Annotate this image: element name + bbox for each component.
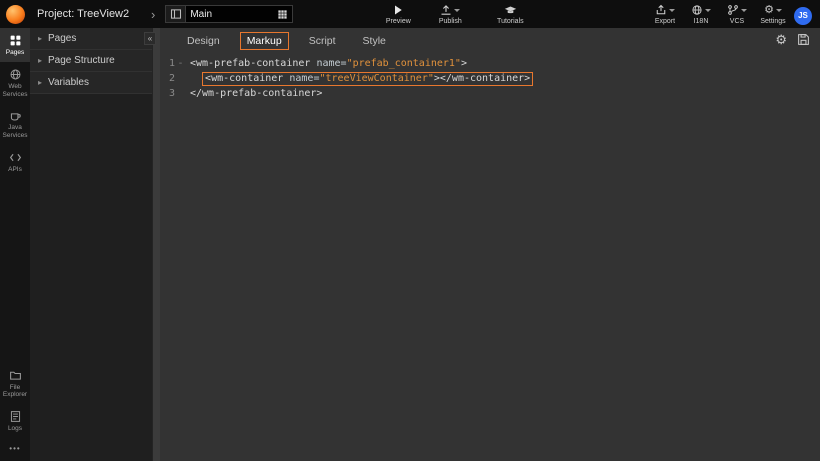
globe-icon bbox=[9, 68, 22, 81]
chevron-down-icon bbox=[669, 9, 675, 12]
highlighted-code-annotation: <wm-container name="treeViewContainer"><… bbox=[202, 72, 533, 86]
panel-section-label: Variables bbox=[48, 77, 89, 88]
top-bar: Project: TreeView2 › Main bbox=[0, 0, 820, 28]
sidebar-item-java-services[interactable]: Java Services bbox=[0, 103, 30, 145]
sidebar-item-file-explorer[interactable]: File Explorer bbox=[0, 363, 30, 405]
publish-label: Publish bbox=[439, 18, 462, 25]
tab-script[interactable]: Script bbox=[302, 32, 343, 50]
topbar-right-actions: Export I18N bbox=[650, 4, 820, 25]
publish-button[interactable]: Publish bbox=[429, 4, 471, 25]
vcs-button[interactable]: VCS bbox=[722, 4, 752, 25]
pages-panel: ▸ Pages ▸ Page Structure ▸ Variables « bbox=[30, 28, 152, 461]
export-label: Export bbox=[655, 18, 675, 25]
coffee-cup-icon bbox=[9, 109, 22, 122]
chevron-down-icon bbox=[741, 9, 747, 12]
play-icon bbox=[392, 4, 404, 16]
gear-icon: ⚙ bbox=[775, 33, 787, 46]
editor-tab-actions: ⚙ bbox=[775, 33, 810, 46]
branch-icon bbox=[727, 4, 739, 16]
sidebar-item-label: File Explorer bbox=[1, 384, 29, 400]
gutter-line: 2 bbox=[160, 71, 188, 86]
graduation-cap-icon bbox=[504, 4, 517, 17]
preview-button[interactable]: Preview bbox=[377, 4, 419, 25]
editor-gutter: 1-23 bbox=[160, 56, 188, 461]
tab-style[interactable]: Style bbox=[356, 32, 393, 50]
panel-section-label: Page Structure bbox=[48, 55, 115, 66]
globe-icon bbox=[691, 4, 703, 16]
sidebar-item-web-services[interactable]: Web Services bbox=[0, 62, 30, 104]
preview-label: Preview bbox=[386, 18, 411, 25]
grid-icon[interactable] bbox=[277, 9, 288, 20]
project-name-label: Project: TreeView2 bbox=[37, 8, 149, 20]
i18n-label: I18N bbox=[694, 18, 709, 25]
sidebar-item-pages[interactable]: Pages bbox=[0, 28, 30, 62]
sidebar-item-label: Java Services bbox=[1, 124, 29, 140]
chevron-down-icon bbox=[454, 9, 460, 12]
collapse-panel-button[interactable]: « bbox=[144, 32, 156, 45]
panel-splitter[interactable] bbox=[152, 28, 160, 461]
tutorials-button[interactable]: Tutorials bbox=[489, 4, 531, 25]
topbar-center-actions: Preview Publish bbox=[377, 4, 471, 25]
editor-area: Design Markup Script Style ⚙ 1-23 <w bbox=[160, 28, 820, 461]
left-nav-sidebar: Pages Web Services Java Services bbox=[0, 28, 30, 461]
chevron-down-icon bbox=[776, 9, 782, 12]
chevron-right-icon: › bbox=[151, 7, 155, 22]
tab-design[interactable]: Design bbox=[180, 32, 227, 50]
code-brackets-icon bbox=[9, 151, 22, 164]
settings-label: Settings bbox=[760, 18, 785, 25]
fold-toggle[interactable]: - bbox=[175, 56, 186, 71]
export-icon bbox=[655, 4, 667, 16]
page-layout-button[interactable] bbox=[165, 5, 185, 23]
page-layout-icon bbox=[170, 8, 182, 20]
save-floppy-icon bbox=[797, 33, 810, 46]
i18n-button[interactable]: I18N bbox=[686, 4, 716, 25]
sidebar-item-apis[interactable]: APIs bbox=[0, 145, 30, 179]
gutter-line: 1- bbox=[160, 56, 188, 71]
page-selector[interactable]: Main bbox=[185, 5, 293, 23]
code-lines[interactable]: <wm-prefab-container name="prefab_contai… bbox=[188, 56, 820, 461]
sidebar-item-label: Pages bbox=[1, 49, 29, 57]
folder-icon bbox=[9, 369, 22, 382]
sidebar-item-label: Web Services bbox=[1, 83, 29, 99]
chevron-down-icon bbox=[705, 9, 711, 12]
gutter-line: 3 bbox=[160, 86, 188, 101]
user-avatar[interactable]: JS bbox=[794, 7, 812, 25]
code-line[interactable]: <wm-prefab-container name="prefab_contai… bbox=[190, 56, 820, 71]
gear-icon: ⚙ bbox=[764, 5, 774, 16]
markup-code-editor[interactable]: 1-23 <wm-prefab-container name="prefab_c… bbox=[160, 53, 820, 461]
vcs-label: VCS bbox=[730, 18, 744, 25]
panel-section-pages[interactable]: ▸ Pages bbox=[30, 28, 152, 50]
wavemaker-logo bbox=[6, 5, 25, 24]
tutorials-label: Tutorials bbox=[497, 18, 524, 25]
panel-section-label: Pages bbox=[48, 33, 76, 44]
wavemaker-studio-window: Project: TreeView2 › Main bbox=[0, 0, 820, 461]
page-selector-value: Main bbox=[190, 9, 273, 20]
chevron-right-icon: ▸ bbox=[38, 34, 42, 43]
sidebar-item-logs[interactable]: Logs bbox=[0, 404, 30, 438]
upload-icon bbox=[440, 4, 452, 16]
chevron-right-icon: ▸ bbox=[38, 56, 42, 65]
sidebar-item-label: Logs bbox=[1, 425, 29, 433]
document-icon bbox=[9, 410, 22, 423]
code-line[interactable]: </wm-prefab-container> bbox=[190, 86, 820, 101]
panel-section-page-structure[interactable]: ▸ Page Structure bbox=[30, 50, 152, 72]
panel-section-variables[interactable]: ▸ Variables bbox=[30, 72, 152, 94]
code-line[interactable]: <wm-container name="treeViewContainer"><… bbox=[190, 71, 820, 86]
chevron-right-icon: ▸ bbox=[38, 78, 42, 87]
save-button[interactable] bbox=[797, 33, 810, 46]
more-options-icon[interactable]: ••• bbox=[9, 438, 20, 461]
editor-tab-bar: Design Markup Script Style ⚙ bbox=[160, 28, 820, 53]
tab-markup[interactable]: Markup bbox=[240, 32, 289, 50]
pages-grid-icon bbox=[9, 34, 22, 47]
export-button[interactable]: Export bbox=[650, 4, 680, 25]
editor-settings-button[interactable]: ⚙ bbox=[775, 33, 787, 46]
sidebar-item-label: APIs bbox=[1, 166, 29, 174]
settings-button[interactable]: ⚙ Settings bbox=[758, 4, 788, 25]
